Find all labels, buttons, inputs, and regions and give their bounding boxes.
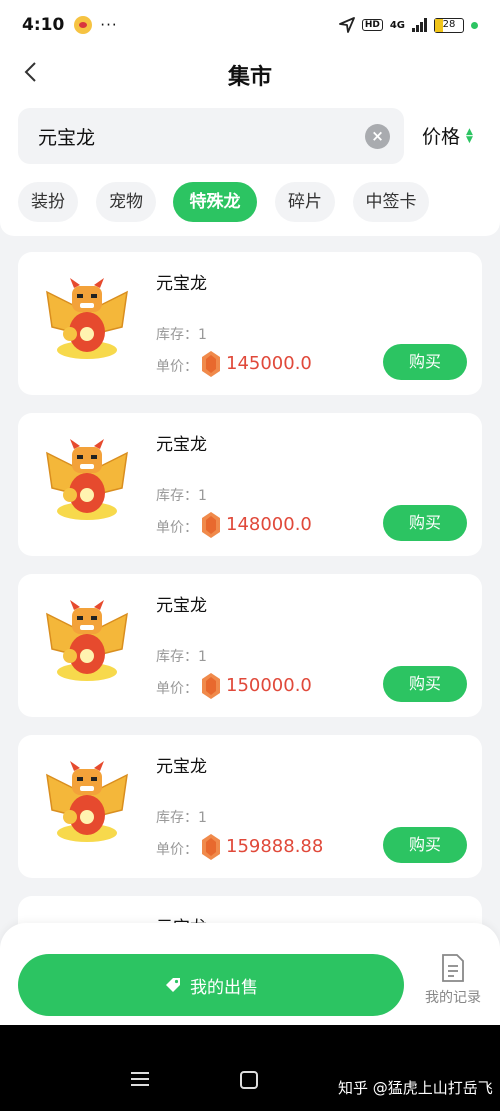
status-time: 4:10 [22, 15, 65, 35]
price-label: 单价： [156, 842, 198, 858]
stock-text: 库存：1 [156, 327, 207, 343]
listing-card[interactable]: 元宝龙 库存：1 单价： 150000.0 购买 [18, 574, 482, 717]
item-name: 元宝龙 [156, 757, 207, 777]
dragon-image [46, 438, 128, 521]
sort-label: 价格 [422, 126, 461, 148]
network-label: 4G [389, 19, 405, 31]
listing-card[interactable]: 元宝龙 库存：1 单价： 159888.88 购买 [18, 735, 482, 878]
home-icon[interactable] [240, 1071, 258, 1089]
buy-button[interactable]: 购买 [383, 505, 467, 541]
gem-icon [202, 673, 220, 699]
location-icon [338, 17, 355, 33]
document-icon [442, 954, 464, 982]
dragon-image [46, 599, 128, 682]
watermark: 知乎 @猛虎上山打岳飞 [338, 1079, 493, 1097]
price-label: 单价： [156, 359, 198, 375]
sort-price-button[interactable]: 价格 ▲ ▼ [422, 122, 473, 149]
clear-icon[interactable]: × [365, 124, 390, 149]
my-sales-button[interactable]: 我的出售 [18, 954, 404, 1016]
gem-icon [202, 512, 220, 538]
price-value: 159888.88 [226, 836, 324, 857]
stock-text: 库存：1 [156, 649, 207, 665]
tab-special-dragons[interactable]: 特殊龙 [173, 182, 257, 222]
price-label: 单价： [156, 520, 198, 536]
menu-icon[interactable] [131, 1072, 149, 1086]
gem-icon [202, 834, 220, 860]
bottom-bar: 我的出售 我的记录 [0, 923, 500, 1025]
price-value: 145000.0 [226, 353, 312, 374]
tab-lottery-cards[interactable]: 中签卡 [353, 182, 429, 222]
dragon-image [46, 760, 128, 843]
battery-level: 28 [442, 18, 456, 30]
status-icons: HD 4G 28 [338, 17, 478, 33]
status-bar: 4:10 ··· HD 4G 28 [0, 0, 500, 50]
privacy-dot-icon [471, 21, 478, 29]
item-name: 元宝龙 [156, 274, 207, 294]
tag-icon [166, 978, 180, 992]
search-input[interactable]: 元宝龙 × [18, 108, 404, 164]
listing-card[interactable]: 元宝龙 库存：1 单价： 145000.0 购买 [18, 252, 482, 395]
tab-pets[interactable]: 宠物 [96, 182, 156, 222]
more-notifications-icon: ··· [100, 16, 118, 34]
listing-card[interactable]: 元宝龙 库存：1 单价： 148000.0 购买 [18, 413, 482, 556]
buy-button[interactable]: 购买 [383, 344, 467, 380]
stock-text: 库存：1 [156, 810, 207, 826]
search-row: 元宝龙 × 价格 ▲ ▼ [0, 98, 500, 170]
price-label: 单价： [156, 681, 198, 697]
dragon-image [46, 277, 128, 360]
signal-icon [412, 18, 427, 32]
search-value: 元宝龙 [38, 126, 96, 149]
battery-icon: 28 [434, 17, 464, 33]
tab-fragments[interactable]: 碎片 [275, 182, 335, 222]
my-records-label: 我的记录 [425, 990, 481, 1006]
item-name: 元宝龙 [156, 596, 207, 616]
weibo-icon [74, 16, 93, 34]
category-tabs: 装扮 宠物 特殊龙 碎片 中签卡 [0, 170, 500, 236]
item-name: 元宝龙 [156, 435, 207, 455]
price-value: 150000.0 [226, 675, 312, 696]
my-records-button[interactable]: 我的记录 [418, 953, 488, 1007]
page-title: 集市 [227, 65, 272, 90]
price-value: 148000.0 [226, 514, 312, 535]
buy-button[interactable]: 购买 [383, 666, 467, 702]
gem-icon [202, 351, 220, 377]
nav-bar: 集市 [0, 50, 500, 98]
tab-dress-up[interactable]: 装扮 [18, 182, 78, 222]
hd-icon: HD [361, 19, 383, 31]
sort-icon: ▲ ▼ [466, 126, 473, 145]
buy-button[interactable]: 购买 [383, 827, 467, 863]
my-sales-label: 我的出售 [190, 977, 258, 998]
stock-text: 库存：1 [156, 488, 207, 504]
system-nav-bar: 知乎 @猛虎上山打岳飞 [0, 1025, 500, 1111]
